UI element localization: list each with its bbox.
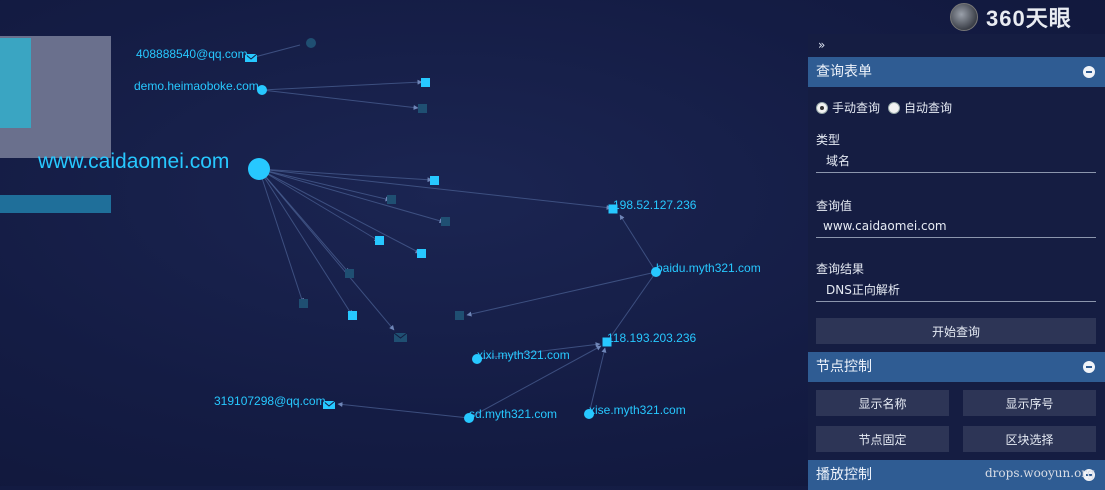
- collapse-minus-icon[interactable]: [1083, 361, 1095, 373]
- node-label: xixi.myth321.com: [477, 348, 570, 362]
- node-label: 319107298@qq.com: [214, 394, 326, 408]
- graph-node: [348, 311, 357, 320]
- graph-node[interactable]: sd.myth321.com: [464, 407, 557, 423]
- logo-text: 360天眼: [986, 6, 1072, 31]
- node-label: baidu.myth321.com: [656, 261, 761, 275]
- mail-icon: [393, 332, 408, 342]
- edge: [258, 168, 304, 304]
- query-value-field[interactable]: www.caidaomei.com: [816, 214, 1096, 238]
- manual-query-label[interactable]: 手动查询: [832, 99, 880, 116]
- query-result-label: 查询结果: [816, 262, 865, 276]
- node-label: 198.52.127.236: [613, 198, 697, 212]
- edge: [258, 168, 445, 224]
- query-value-label: 查询值: [816, 199, 853, 213]
- graph-edges: [250, 44, 657, 419]
- edge: [258, 168, 353, 316]
- double-chevron-right-icon[interactable]: »: [818, 38, 825, 52]
- show-index-button[interactable]: 显示序号: [963, 390, 1096, 416]
- watermark: drops.wooyun.org: [985, 466, 1095, 480]
- graph-node[interactable]: 408888540@qq.com: [136, 47, 258, 62]
- graph-node: [421, 78, 430, 87]
- auto-query-radio[interactable]: [888, 101, 901, 114]
- auto-query-label[interactable]: 自动查询: [904, 99, 952, 116]
- graph-node[interactable]: xixi.myth321.com: [472, 348, 570, 364]
- edge: [258, 168, 421, 254]
- graph-node: [299, 299, 308, 308]
- logo-eye-icon: [950, 3, 978, 31]
- edge: [466, 271, 657, 317]
- query-mode-group: 手动查询 自动查询: [816, 99, 952, 116]
- graph-labeled-nodes[interactable]: www.caidaomei.com 408888540@qq.com demo.he…: [37, 47, 761, 423]
- graph-node: [455, 311, 464, 320]
- graph-node[interactable]: xise.myth321.com: [584, 403, 686, 419]
- node-label: www.caidaomei.com: [37, 150, 229, 173]
- type-field[interactable]: 域名: [816, 149, 1096, 173]
- graph-node: [375, 236, 384, 245]
- start-query-button[interactable]: 开始查询: [816, 318, 1096, 344]
- show-name-button[interactable]: 显示名称: [816, 390, 949, 416]
- node-label: 408888540@qq.com: [136, 47, 248, 61]
- fix-node-button[interactable]: 节点固定: [816, 426, 949, 452]
- graph-node: [417, 249, 426, 258]
- playback-control-title: 播放控制: [816, 467, 872, 483]
- type-label: 类型: [816, 133, 841, 147]
- node-label: 118.193.203.236: [607, 331, 697, 345]
- graph-node: [418, 104, 427, 113]
- edge: [619, 214, 657, 273]
- collapse-minus-icon[interactable]: [1083, 66, 1095, 78]
- graph-node: [306, 38, 316, 48]
- graph-node: [441, 217, 450, 226]
- node-circle: [248, 158, 270, 180]
- graph-node: [345, 269, 354, 278]
- graph-node[interactable]: www.caidaomei.com: [37, 150, 270, 180]
- graph-node[interactable]: 319107298@qq.com: [214, 394, 336, 409]
- logo: 360天眼: [950, 2, 1072, 32]
- graph-node[interactable]: baidu.myth321.com: [651, 261, 761, 277]
- edge: [261, 89, 419, 110]
- query-result-field[interactable]: DNS正向解析: [816, 278, 1096, 302]
- manual-query-radio[interactable]: [816, 101, 828, 114]
- node-label: xise.myth321.com: [589, 403, 686, 417]
- query-form-header[interactable]: 查询表单: [808, 57, 1105, 87]
- graph-node: [430, 176, 439, 185]
- block-select-button[interactable]: 区块选择: [963, 426, 1096, 452]
- graph-node: [387, 195, 396, 204]
- query-form-title: 查询表单: [816, 64, 872, 80]
- graph-node[interactable]: demo.heimaoboke.com: [134, 79, 267, 95]
- graph-node[interactable]: 198.52.127.236: [608, 198, 697, 214]
- control-sidebar: » 查询表单 手动查询 自动查询 类型 域名 查询值 www.caidaomei…: [808, 34, 1105, 490]
- edge: [258, 168, 395, 331]
- graph-node[interactable]: 118.193.203.236: [602, 331, 697, 347]
- node-label: demo.heimaoboke.com: [134, 79, 259, 93]
- edge: [261, 79, 423, 91]
- edge: [337, 401, 470, 419]
- node-label: sd.myth321.com: [469, 407, 557, 421]
- node-control-header[interactable]: 节点控制: [808, 352, 1105, 382]
- node-control-title: 节点控制: [816, 359, 872, 375]
- edge: [250, 44, 301, 59]
- edge: [258, 168, 612, 210]
